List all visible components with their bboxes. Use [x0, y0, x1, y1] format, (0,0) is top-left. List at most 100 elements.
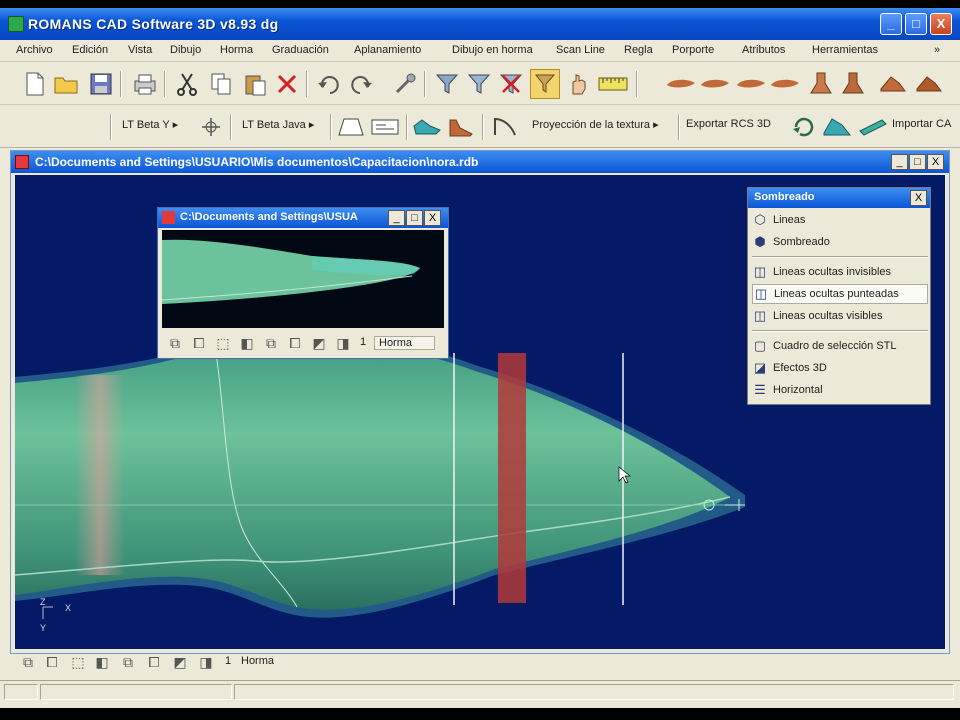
- curve-tool-icon[interactable]: [490, 112, 520, 142]
- menu-vista[interactable]: Vista: [128, 44, 152, 56]
- menu-graduacion[interactable]: Graduación: [272, 44, 329, 56]
- shading-option-lineas-ocultas-punteadas[interactable]: ◫ Lineas ocultas punteadas: [752, 284, 928, 304]
- shoe-3d-2-icon[interactable]: [914, 69, 944, 99]
- preview-toolbar-number: 1: [360, 336, 367, 348]
- copy-icon[interactable]: [206, 69, 236, 99]
- shading-option-label: Sombreado: [773, 236, 830, 248]
- document-minimize-button[interactable]: _: [891, 154, 908, 170]
- menu-regla[interactable]: Regla: [624, 44, 653, 56]
- document-restore-button[interactable]: □: [909, 154, 926, 170]
- view-side-icon[interactable]: ⧠: [41, 651, 63, 673]
- view-front-icon[interactable]: ⧉: [164, 332, 186, 354]
- preview-minimize-button[interactable]: _: [388, 210, 405, 226]
- minimize-button[interactable]: _: [880, 13, 902, 35]
- document-close-button[interactable]: X: [927, 154, 944, 170]
- shading-panel-close-button[interactable]: X: [910, 190, 927, 206]
- view-bottom-icon[interactable]: ⧠: [284, 332, 306, 354]
- import-ca-button[interactable]: Importar CA: [892, 118, 951, 130]
- shoe-brown-icon[interactable]: [446, 112, 476, 142]
- view-back-icon[interactable]: ⧉: [117, 651, 139, 673]
- undo-icon[interactable]: [314, 69, 344, 99]
- shoe-teal-icon[interactable]: [412, 112, 442, 142]
- shading-option-lineas[interactable]: ⬡ Lineas: [752, 210, 928, 230]
- menu-horma[interactable]: Horma: [220, 44, 253, 56]
- new-file-icon[interactable]: [20, 69, 50, 99]
- hand-icon[interactable]: [564, 69, 594, 99]
- shading-option-efectos-3d[interactable]: ◪ Efectos 3D: [752, 358, 928, 378]
- lt-beta-y-dropdown[interactable]: LT Beta Y ▸: [122, 118, 178, 131]
- shoe-sole-icon[interactable]: [666, 69, 696, 99]
- shading-option-label: Lineas ocultas visibles: [773, 310, 883, 322]
- save-icon[interactable]: [86, 69, 116, 99]
- crosshair-icon[interactable]: [196, 112, 226, 142]
- redo-icon[interactable]: [346, 69, 376, 99]
- trapezoid-icon[interactable]: [336, 112, 366, 142]
- menu-dibujo-en-horma[interactable]: Dibujo en horma: [452, 44, 533, 56]
- funnel-2-icon[interactable]: [464, 69, 494, 99]
- lt-beta-java-dropdown[interactable]: LT Beta Java ▸: [242, 118, 314, 131]
- shading-option-horizontal[interactable]: ☰ Horizontal: [752, 380, 928, 400]
- menu-herramientas[interactable]: Herramientas: [812, 44, 878, 56]
- shoe-sole-3-icon[interactable]: [736, 69, 766, 99]
- cut-icon[interactable]: [172, 69, 202, 99]
- shading-option-sombreado[interactable]: ⬢ Sombreado: [752, 232, 928, 252]
- menu-atributos[interactable]: Atributos: [742, 44, 785, 56]
- paste-icon[interactable]: [240, 69, 270, 99]
- view-back-icon[interactable]: ⧉: [260, 332, 282, 354]
- menu-archivo[interactable]: Archivo: [16, 44, 53, 56]
- view-front-icon[interactable]: ⧉: [17, 651, 39, 673]
- texture-projection-button[interactable]: Proyección de la textura ▸: [532, 118, 659, 131]
- maximize-button[interactable]: □: [905, 13, 927, 35]
- preview-toolbar-horma[interactable]: Horma: [374, 336, 436, 350]
- rotate-icon[interactable]: [790, 112, 820, 142]
- view-3d-icon[interactable]: ◩: [308, 332, 330, 354]
- boot-2-icon[interactable]: [838, 69, 868, 99]
- view-bottom-icon[interactable]: ⧠: [143, 651, 165, 673]
- view-render-icon[interactable]: ◨: [195, 651, 217, 673]
- menu-scan-line[interactable]: Scan Line: [556, 44, 605, 56]
- shoe-sole-4-icon[interactable]: [770, 69, 800, 99]
- shading-option-cuadro-seleccion-stl[interactable]: ▢ Cuadro de selección STL: [752, 336, 928, 356]
- menu-overflow[interactable]: »: [934, 44, 940, 56]
- funnel-icon[interactable]: [432, 69, 462, 99]
- delete-icon[interactable]: [272, 69, 302, 99]
- panel-icon[interactable]: [370, 112, 400, 142]
- view-iso-icon[interactable]: ◧: [91, 651, 113, 673]
- view-side-icon[interactable]: ⧠: [188, 332, 210, 354]
- shoe-3d-teal-icon[interactable]: [822, 112, 852, 142]
- view-top-icon[interactable]: ⬚: [67, 651, 89, 673]
- shading-panel-title-bar: Sombreado X: [748, 188, 930, 208]
- toolbar-separator: [120, 71, 122, 97]
- tool-icon[interactable]: [390, 69, 420, 99]
- menu-aplanamiento[interactable]: Aplanamiento: [354, 44, 421, 56]
- open-folder-icon[interactable]: [52, 69, 82, 99]
- view-top-icon[interactable]: ⬚: [212, 332, 234, 354]
- view-toolbar-horma[interactable]: Horma: [241, 655, 274, 667]
- ruler-icon[interactable]: [598, 69, 628, 99]
- shoe-sole-teal-icon[interactable]: [858, 112, 888, 142]
- menu-edicion[interactable]: Edición: [72, 44, 108, 56]
- 3d-viewport[interactable]: Z X Y C:\Documents and Settings\USUA _ □…: [15, 175, 945, 649]
- preview-restore-button[interactable]: □: [406, 210, 423, 226]
- view-iso-icon[interactable]: ◧: [236, 332, 258, 354]
- shading-option-lineas-ocultas-invisibles[interactable]: ◫ Lineas ocultas invisibles: [752, 262, 928, 282]
- wireframe-cube-icon: ⬡: [754, 212, 766, 227]
- shoe-3d-icon[interactable]: [878, 69, 908, 99]
- boot-icon[interactable]: [806, 69, 836, 99]
- view-render-icon[interactable]: ◨: [332, 332, 354, 354]
- menu-porporte[interactable]: Porporte: [672, 44, 714, 56]
- document-window: C:\Documents and Settings\USUARIO\Mis do…: [10, 150, 950, 670]
- effects-3d-icon: ◪: [753, 360, 767, 375]
- print-icon[interactable]: [130, 69, 160, 99]
- preview-close-button[interactable]: X: [424, 210, 441, 226]
- shoe-sole-2-icon[interactable]: [700, 69, 730, 99]
- funnel-delete-icon[interactable]: [496, 69, 526, 99]
- close-button[interactable]: X: [930, 13, 952, 35]
- preview-viewport[interactable]: [162, 230, 444, 328]
- highlight-icon[interactable]: [530, 69, 560, 99]
- menu-dibujo[interactable]: Dibujo: [170, 44, 201, 56]
- shading-option-lineas-ocultas-visibles[interactable]: ◫ Lineas ocultas visibles: [752, 306, 928, 326]
- lt-beta-java-label: LT Beta Java: [242, 119, 306, 131]
- view-3d-icon[interactable]: ◩: [169, 651, 191, 673]
- export-rcs-3d-button[interactable]: Exportar RCS 3D: [686, 118, 771, 130]
